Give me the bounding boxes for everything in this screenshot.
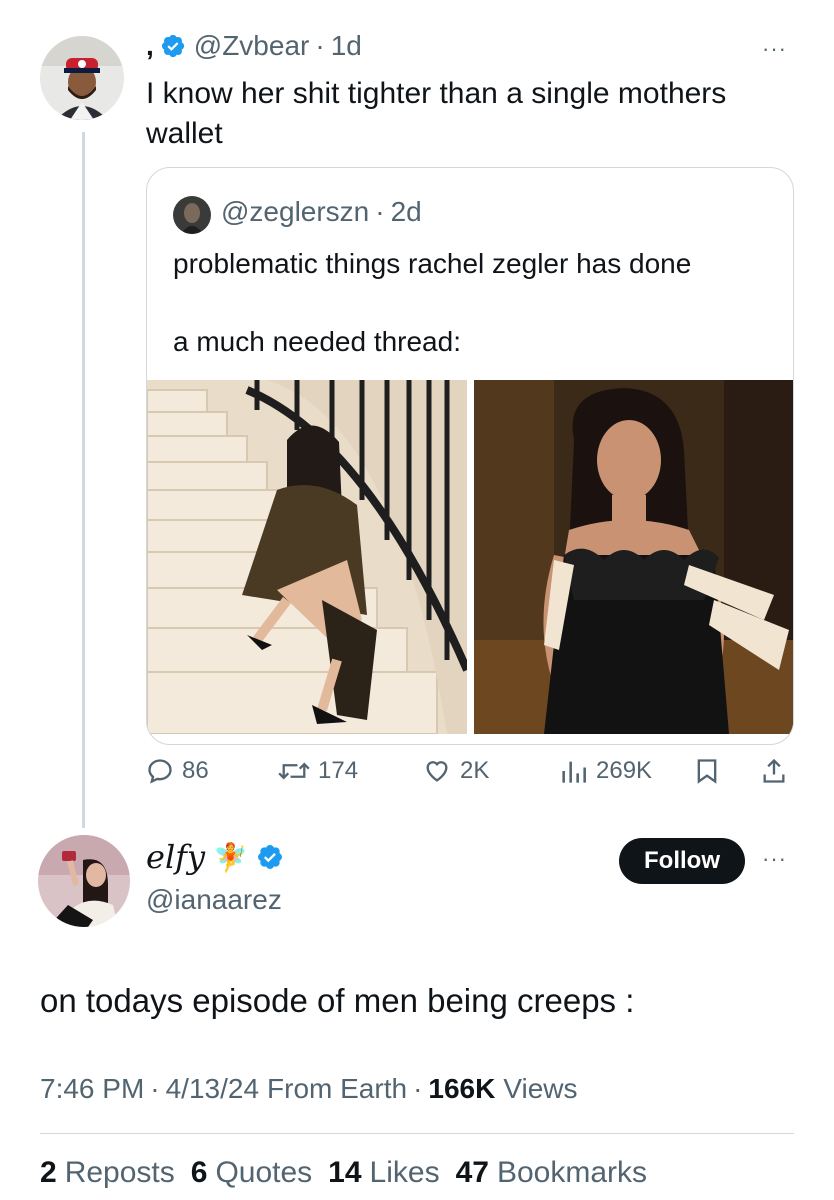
verified-badge-icon [258, 845, 282, 869]
reply-handle[interactable]: @Zvbear [194, 30, 310, 62]
reposts-label: Reposts [64, 1156, 175, 1189]
tweet-text: on todays episode of men being creeps : [40, 982, 635, 1019]
like-count: 2K [460, 757, 490, 784]
display-name[interactable]: elfy [146, 838, 205, 876]
quoted-text: problematic things rachel zegler has don… [173, 244, 773, 362]
bookmark-icon [697, 759, 717, 784]
more-options-button[interactable]: ··· [762, 846, 787, 872]
views-button[interactable]: 269K [558, 757, 652, 785]
tweet-meta: 7:46 PM · 4/13/24 From Earth · 166K View… [40, 1073, 578, 1105]
display-name[interactable]: , [146, 30, 154, 62]
likes-count: 14 [328, 1156, 362, 1189]
bookmarks-label: Bookmarks [496, 1156, 648, 1189]
repost-button[interactable]: 174 [278, 757, 358, 785]
repost-icon [278, 762, 310, 780]
views-label: Views [503, 1073, 578, 1104]
share-icon [763, 758, 785, 783]
share-button[interactable] [760, 756, 796, 786]
quotes-label: Quotes [215, 1156, 313, 1189]
quoted-avatar [173, 196, 211, 234]
likes-label: Likes [369, 1156, 440, 1189]
media-image-staircase[interactable] [147, 380, 471, 735]
reply-time[interactable]: 1d [331, 30, 362, 62]
quoted-time[interactable]: 2d [391, 196, 422, 228]
divider [40, 1133, 794, 1134]
follow-button[interactable]: Follow [619, 838, 745, 884]
quoted-handle[interactable]: @zeglerszn [221, 196, 369, 228]
media-image-black-dress[interactable] [474, 380, 793, 734]
quoted-text-line-2: a much needed thread: [173, 326, 461, 357]
separator-dot: · [315, 30, 325, 61]
quoted-header: @zeglerszn · 2d [221, 196, 422, 228]
reply-count: 86 [182, 757, 209, 784]
avatar[interactable] [38, 835, 130, 927]
more-options-button[interactable]: ··· [762, 36, 787, 62]
bookmarks-stat[interactable]: 47 Bookmarks [456, 1156, 647, 1190]
tweet-date[interactable]: 4/13/24 [166, 1073, 259, 1105]
like-button[interactable]: 2K [422, 757, 489, 785]
verified-badge-icon [161, 34, 184, 58]
reply-button[interactable]: 86 [146, 757, 209, 785]
avatar[interactable] [40, 36, 124, 120]
separator-dot: · [413, 1073, 423, 1104]
quoted-text-line-1: problematic things rachel zegler has don… [173, 248, 692, 279]
bookmarks-count: 47 [455, 1156, 489, 1189]
separator-dot: · [375, 196, 385, 227]
views-chart-icon [562, 761, 586, 783]
tweet-source: From Earth [267, 1073, 408, 1104]
thread-line [82, 132, 85, 828]
author-handle[interactable]: @ianaarez [146, 884, 282, 916]
quotes-stat[interactable]: 6 Quotes [191, 1156, 312, 1190]
quotes-count: 6 [190, 1156, 208, 1189]
reply-icon [148, 759, 172, 784]
engagement-stats: 2 Reposts 6 Quotes 14 Likes 47 Bookmarks [40, 1156, 663, 1190]
views-count: 166K [428, 1073, 496, 1104]
separator-dot: · [150, 1073, 160, 1104]
fairy-emoji-icon: 🧚 [213, 840, 248, 874]
bookmark-button[interactable] [693, 756, 729, 786]
heart-icon [426, 761, 448, 782]
likes-stat[interactable]: 14 Likes [328, 1156, 439, 1190]
quoted-tweet-card[interactable]: @zeglerszn · 2d problematic things rache… [146, 167, 794, 745]
tweet-time[interactable]: 7:46 PM [40, 1073, 144, 1105]
reposts-count: 2 [40, 1156, 57, 1189]
reposts-stat[interactable]: 2 Reposts [40, 1156, 175, 1190]
author-name-row: elfy 🧚 [146, 838, 284, 876]
reply-header: , @Zvbear · 1d [146, 30, 362, 62]
repost-count: 174 [318, 757, 359, 784]
tweet-action-bar: 86 174 2K 269K [146, 748, 796, 794]
reply-text: I know her shit tighter than a single mo… [146, 77, 727, 150]
views-count: 269K [596, 757, 653, 784]
